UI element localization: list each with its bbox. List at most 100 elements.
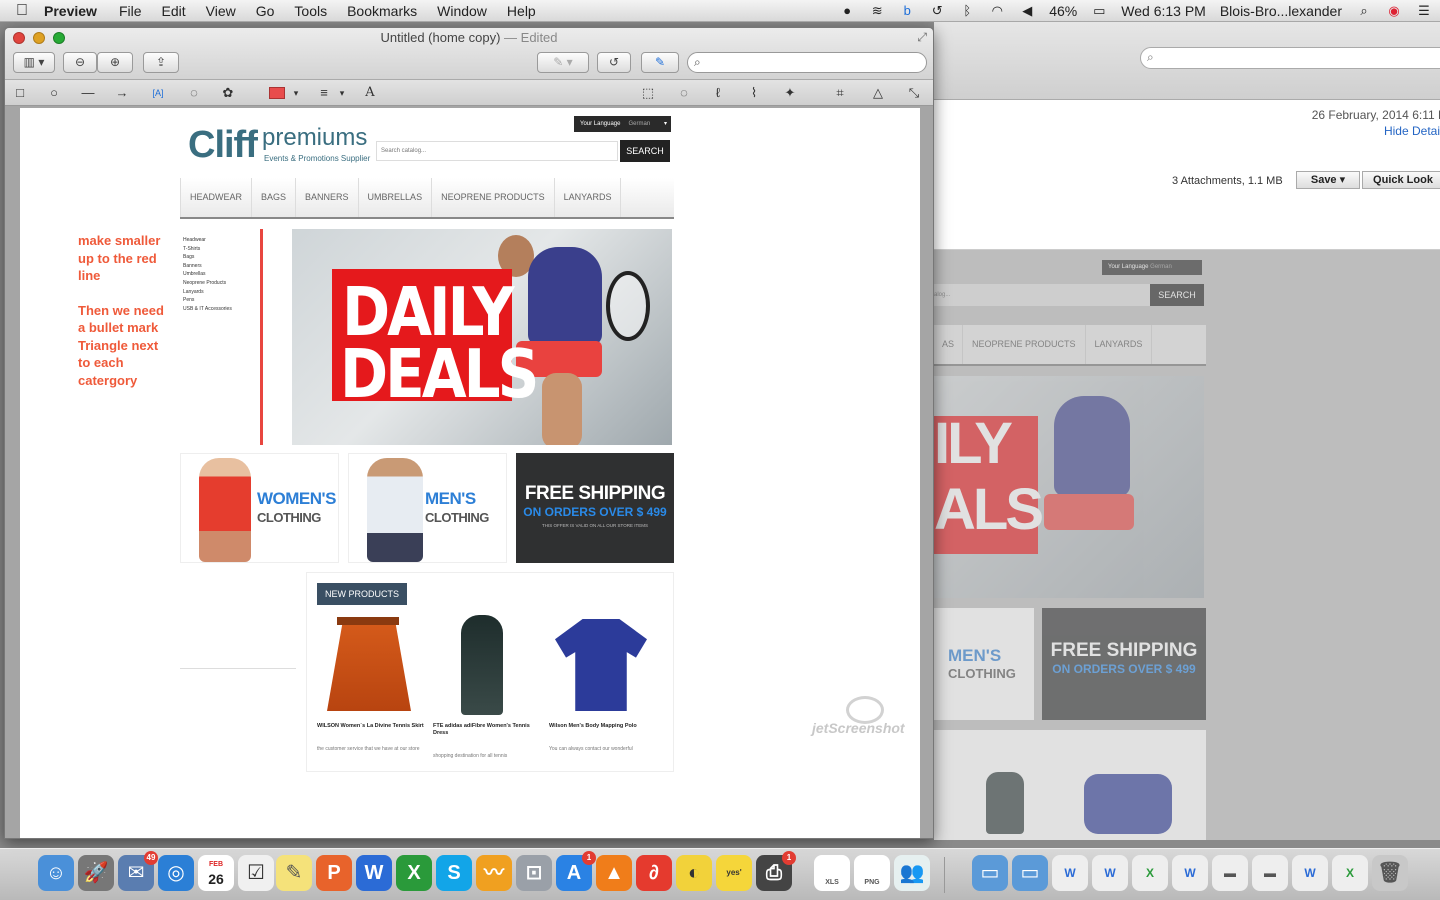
time-machine-icon[interactable]: ↺	[929, 3, 945, 19]
wifi-icon[interactable]: ◠	[989, 3, 1005, 19]
preview-search-input[interactable]: ⌕	[687, 52, 927, 73]
app-store-icon[interactable]: A1	[556, 851, 596, 891]
trash-icon[interactable]: 🗑	[1372, 855, 1408, 891]
minimized-window-icon[interactable]: W	[1092, 855, 1128, 891]
minimized-window-icon[interactable]: W	[1172, 855, 1208, 891]
folder-icon[interactable]: ▭	[972, 855, 1008, 891]
color-picker-swatch[interactable]	[269, 87, 285, 99]
adjust-size-icon[interactable]: ⤡	[905, 84, 923, 102]
menu-window[interactable]: Window	[437, 3, 487, 19]
airtel-icon[interactable]: ∂	[636, 855, 672, 891]
smart-lasso-icon[interactable]: ⌇	[745, 84, 763, 102]
crop-icon[interactable]: ⌗	[831, 84, 849, 102]
menu-go[interactable]: Go	[256, 3, 275, 19]
speech-bubble-tool-icon[interactable]: ◌	[185, 84, 203, 102]
volume-icon[interactable]: ◀	[1019, 3, 1035, 19]
optus-icon[interactable]: yes'	[716, 855, 752, 891]
mail-date: 26 February, 2014 6:11 P	[1311, 108, 1440, 122]
save-button[interactable]: Save ▾	[1296, 171, 1360, 189]
sync-icon[interactable]: ≋	[869, 3, 885, 19]
ellipse-select-icon[interactable]: ◌	[675, 84, 693, 102]
thought-bubble-tool-icon[interactable]: ✿	[219, 84, 237, 102]
word-icon[interactable]: W	[356, 855, 392, 891]
app-menu[interactable]: Preview	[44, 3, 97, 19]
fullscreen-icon[interactable]: ⤢	[917, 30, 927, 45]
arrow-tool-icon[interactable]: →	[113, 84, 131, 102]
spotlight-icon[interactable]: ⌕	[1356, 3, 1372, 19]
watermark: jetScreenshot	[812, 720, 905, 736]
color-dropdown-icon[interactable]: ▾	[287, 84, 305, 102]
siri-globe-icon[interactable]: ◉	[1386, 3, 1402, 19]
rotate-button[interactable]: ↺	[597, 52, 631, 73]
png-file-icon[interactable]: PNG	[854, 855, 890, 891]
ghost-search-button: SEARCH	[1150, 284, 1204, 306]
adjust-color-icon[interactable]: △	[869, 84, 887, 102]
mail-search-input[interactable]: ⌕	[1140, 47, 1440, 69]
battery-percent[interactable]: 46%	[1049, 3, 1077, 19]
sidebar-view-button[interactable]: ▥ ▾	[13, 52, 55, 73]
line-weight-icon[interactable]: ≡	[315, 84, 333, 102]
launchpad-icon[interactable]: 🚀	[78, 855, 114, 891]
wave-app-icon[interactable]: 〰	[476, 855, 512, 891]
powerpoint-icon[interactable]: P	[316, 855, 352, 891]
quick-look-button[interactable]: Quick Look	[1362, 171, 1440, 189]
font-icon[interactable]: A	[361, 84, 379, 102]
battery-icon[interactable]: ▭	[1091, 3, 1107, 19]
text-box-tool-icon[interactable]: [A]	[149, 84, 167, 102]
vlc-icon[interactable]: ▲	[596, 855, 632, 891]
edited-status[interactable]: Edited	[521, 30, 558, 45]
group-file-icon[interactable]: 👥	[894, 855, 930, 891]
xls-file-icon[interactable]: XLS	[814, 855, 850, 891]
reminders-icon[interactable]: ☑	[238, 855, 274, 891]
skype-icon[interactable]: S	[436, 855, 472, 891]
ghost-hero: ILY ALS	[934, 376, 1204, 598]
printer-icon[interactable]: ⎙ 1	[756, 851, 796, 891]
safari-icon[interactable]: ◎	[158, 855, 194, 891]
share-button[interactable]: ⇪	[143, 52, 179, 73]
downloads-folder-icon[interactable]: ▭	[1012, 855, 1048, 891]
divider	[180, 668, 296, 669]
excel-icon[interactable]: X	[396, 855, 432, 891]
stickies-icon[interactable]: ✎	[276, 855, 312, 891]
apple-menu-icon[interactable]: 	[0, 2, 44, 20]
rect-select-icon[interactable]: ⬚	[639, 84, 657, 102]
line-tool-icon[interactable]: —	[79, 84, 97, 102]
menu-help[interactable]: Help	[507, 3, 536, 19]
minimized-window-icon[interactable]: X	[1332, 855, 1368, 891]
oval-tool-icon[interactable]: ○	[45, 84, 63, 102]
product-image-skirt	[317, 613, 417, 717]
line-weight-dropdown-icon[interactable]: ▾	[333, 84, 351, 102]
mail-app-icon[interactable]: ✉ 49	[118, 851, 158, 891]
b-app-icon[interactable]: b	[899, 3, 915, 19]
red-guide-line[interactable]	[260, 229, 263, 445]
finder-icon[interactable]: ☺	[38, 855, 74, 891]
status-app-icon[interactable]: ●	[839, 3, 855, 19]
hide-details-link[interactable]: Hide Detai	[1384, 124, 1440, 138]
bluetooth-icon[interactable]: ᛒ	[959, 3, 975, 19]
lasso-icon[interactable]: ℓ	[709, 84, 727, 102]
markup-pen-button[interactable]: ✎ ▾	[537, 52, 589, 73]
minimized-window-icon[interactable]: W	[1292, 855, 1328, 891]
menu-tools[interactable]: Tools	[294, 3, 327, 19]
menu-edit[interactable]: Edit	[162, 3, 186, 19]
user-name[interactable]: Blois-Bro...lexander	[1220, 3, 1342, 19]
minimized-window-icon[interactable]: ▬	[1212, 855, 1248, 891]
minimized-window-icon[interactable]: X	[1132, 855, 1168, 891]
minimized-window-icon[interactable]: W	[1052, 855, 1088, 891]
rectangle-tool-icon[interactable]: □	[11, 84, 29, 102]
menu-file[interactable]: File	[119, 3, 142, 19]
annotation-note[interactable]: make smaller up to the red line Then we …	[78, 232, 178, 389]
preview-app-icon[interactable]: ⊡	[516, 855, 552, 891]
image-canvas[interactable]: make smaller up to the red line Then we …	[20, 108, 920, 838]
menu-view[interactable]: View	[206, 3, 236, 19]
notification-center-icon[interactable]: ☰	[1416, 3, 1432, 19]
clock[interactable]: Wed 6:13 PM	[1121, 3, 1206, 19]
zoom-out-button[interactable]: ⊖	[63, 52, 97, 73]
instant-alpha-icon[interactable]: ✦	[781, 84, 799, 102]
edit-toolbar-button[interactable]: ✎	[641, 52, 679, 73]
calendar-icon[interactable]: FEB 26	[198, 855, 234, 891]
menu-bookmarks[interactable]: Bookmarks	[347, 3, 417, 19]
zoom-in-button[interactable]: ⊕	[97, 52, 133, 73]
globe-app-icon[interactable]: ◐	[676, 855, 712, 891]
minimized-window-icon[interactable]: ▬	[1252, 855, 1288, 891]
